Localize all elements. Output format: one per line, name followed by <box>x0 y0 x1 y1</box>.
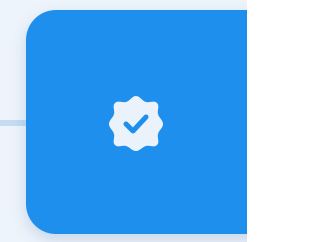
verified-badge-svg <box>109 96 163 151</box>
badge-shape <box>109 96 163 151</box>
verified-action-tile[interactable] <box>26 10 247 234</box>
canvas <box>0 0 247 242</box>
verified-badge-icon <box>107 93 165 151</box>
